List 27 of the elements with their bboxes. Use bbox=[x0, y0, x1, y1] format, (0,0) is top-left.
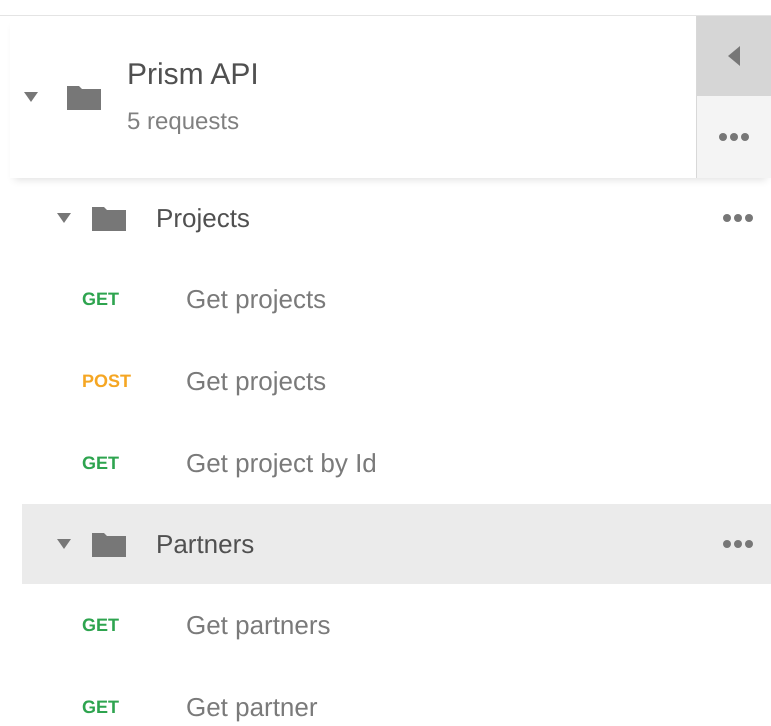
request-name[interactable]: Get partners bbox=[186, 610, 331, 640]
collection-name[interactable]: Prism API bbox=[127, 58, 259, 92]
method-label: GET bbox=[82, 696, 120, 718]
more-icon bbox=[719, 133, 749, 141]
caret-icon[interactable] bbox=[56, 212, 72, 224]
more-icon bbox=[723, 540, 753, 548]
collection-icon bbox=[67, 84, 101, 110]
folder-name: Projects bbox=[156, 202, 251, 234]
request-name[interactable]: Get partner bbox=[186, 692, 318, 722]
request-count: 5 requests bbox=[127, 108, 240, 136]
folder-row[interactable]: Projects bbox=[22, 178, 771, 258]
folder-row[interactable]: Partners bbox=[22, 504, 771, 584]
more-button[interactable] bbox=[697, 96, 771, 178]
method-label: POST bbox=[82, 370, 132, 392]
collapse-icon bbox=[728, 46, 740, 66]
caret-icon[interactable] bbox=[56, 538, 72, 550]
method-label: GET bbox=[82, 288, 120, 310]
request-name[interactable]: Get projects bbox=[186, 284, 326, 314]
request-name[interactable]: Get project by Id bbox=[186, 448, 377, 478]
more-icon bbox=[723, 214, 753, 222]
method-label: GET bbox=[82, 452, 120, 474]
folder-icon bbox=[92, 531, 126, 557]
folder-icon bbox=[92, 205, 126, 231]
folder-name: Partners bbox=[156, 528, 256, 560]
request-name[interactable]: Get projects bbox=[186, 366, 326, 396]
caret-icon[interactable] bbox=[23, 91, 39, 103]
method-label: GET bbox=[82, 614, 120, 636]
